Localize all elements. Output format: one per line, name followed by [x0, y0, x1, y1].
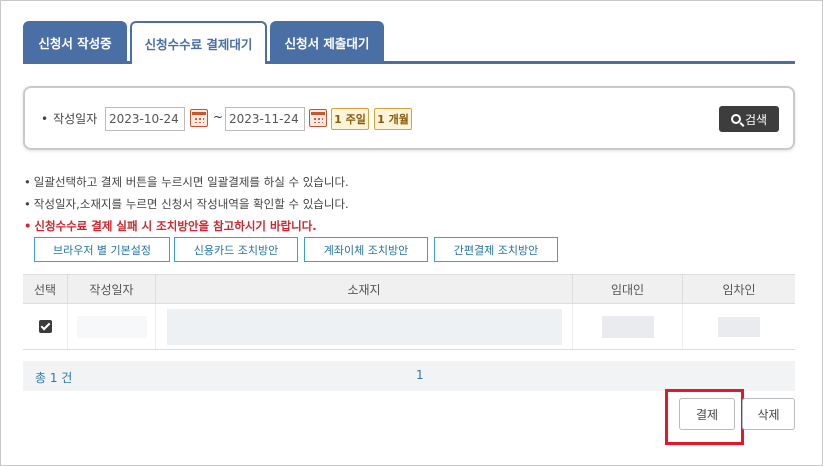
col-select: 선택 — [23, 275, 68, 304]
row-select-cell — [23, 304, 68, 349]
summary-bar: 총 1 건 1 — [23, 361, 795, 391]
search-button-label: 검색 — [744, 112, 768, 127]
browser-settings-button[interactable]: 브라우저 별 기본설정 — [34, 237, 170, 262]
tab-payment-pending[interactable]: 신청수수료 결제대기 — [130, 21, 267, 63]
row-tenant-cell — [683, 304, 795, 349]
simple-payment-guide-button[interactable]: 간편결제 조치방안 — [434, 237, 558, 262]
col-landlord: 임대인 — [573, 275, 683, 304]
redacted-landlord — [601, 315, 654, 338]
date-separator: ~ — [213, 110, 224, 124]
period-month-button[interactable]: 1 개월 — [374, 108, 412, 130]
row-date-cell[interactable] — [68, 304, 156, 349]
page-number[interactable]: 1 — [416, 368, 424, 382]
delete-button[interactable]: 삭제 — [742, 398, 795, 430]
date-label-text: 작성일자 — [53, 112, 98, 126]
search-button[interactable]: 검색 — [719, 106, 779, 132]
redacted-tenant — [718, 316, 760, 337]
credit-card-guide-button[interactable]: 신용카드 조치방안 — [174, 237, 298, 262]
bank-transfer-guide-button[interactable]: 계좌이체 조치방안 — [304, 237, 428, 262]
col-date: 작성일자 — [68, 275, 156, 304]
redacted-address — [166, 308, 562, 345]
calendar-icon[interactable] — [190, 109, 208, 127]
table-header: 선택 작성일자 소재지 임대인 임차인 — [23, 274, 795, 304]
total-count: 총 1 건 — [35, 371, 73, 385]
tab-draft[interactable]: 신청서 작성중 — [23, 21, 127, 63]
tab-submission-pending[interactable]: 신청서 제출대기 — [270, 21, 384, 63]
row-landlord-cell — [573, 304, 683, 349]
search-panel: •작성일자 ~ 1 주일 1 개월 검색 — [23, 86, 795, 150]
row-address-cell[interactable] — [156, 304, 573, 349]
page-frame: 신청서 작성중 신청수수료 결제대기 신청서 제출대기 •작성일자 ~ 1 주일… — [0, 0, 823, 466]
col-tenant: 임차인 — [722, 283, 756, 297]
calendar-icon[interactable] — [309, 109, 327, 127]
start-date-input[interactable] — [105, 107, 185, 131]
pay-button[interactable]: 결제 — [679, 398, 735, 430]
note-payment-failure: • 신청수수료 결제 실패 시 조치방안을 참고하시기 바랍니다. — [24, 219, 317, 233]
note-view-history: • 작성일자,소재지를 누르면 신청서 작성내역을 확인할 수 있습니다. — [24, 197, 349, 211]
tab-bar: 신청서 작성중 신청수수료 결제대기 신청서 제출대기 — [23, 21, 384, 63]
period-week-button[interactable]: 1 주일 — [331, 108, 369, 130]
search-icon — [730, 114, 741, 124]
col-address: 소재지 — [156, 275, 573, 304]
date-label: • 작성일자 — [41, 112, 98, 126]
end-date-input[interactable] — [225, 107, 305, 131]
table-row[interactable] — [23, 304, 795, 350]
note-bulk-payment: • 일괄선택하고 결제 버튼을 누르시면 일괄결제를 하실 수 있습니다. — [24, 175, 349, 189]
row-checkbox[interactable] — [38, 320, 52, 333]
redacted-date — [76, 315, 147, 338]
